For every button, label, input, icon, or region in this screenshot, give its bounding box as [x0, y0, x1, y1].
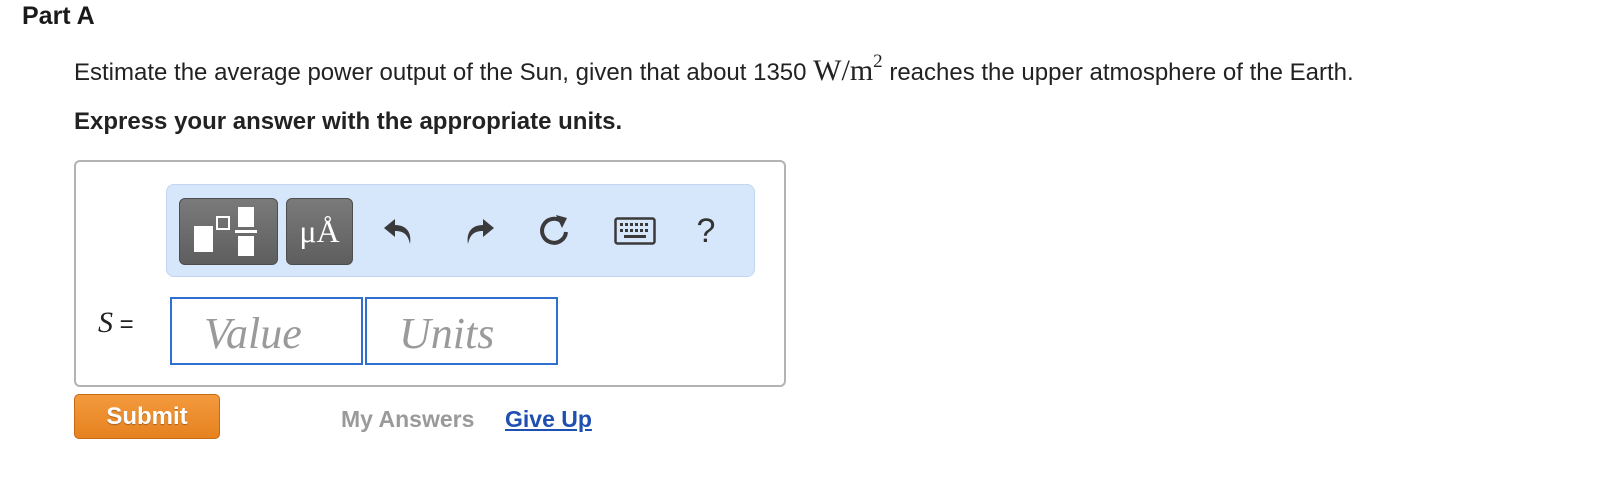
redo-icon[interactable] [457, 209, 501, 253]
equals-sign: = [113, 311, 134, 338]
answer-box: μÅ ? S = Value Units [74, 160, 786, 387]
math-toolbar: μÅ ? [166, 184, 755, 277]
unit-main: W/m [813, 54, 874, 87]
undo-icon[interactable] [377, 209, 421, 253]
part-title: Part A [22, 2, 95, 30]
value-input[interactable] [170, 297, 363, 365]
question-text-before: Estimate the average power output of the… [74, 59, 814, 86]
templates-icon [194, 207, 257, 256]
variable-symbol: S [98, 306, 113, 339]
give-up-link[interactable]: Give Up [505, 406, 592, 433]
unit-exponent: 2 [873, 51, 883, 72]
submit-button[interactable]: Submit [74, 394, 220, 439]
my-answers-link[interactable]: My Answers [341, 406, 474, 433]
answer-instruction: Express your answer with the appropriate… [74, 108, 623, 135]
keyboard-icon[interactable] [613, 209, 657, 253]
help-button[interactable]: ? [684, 209, 728, 253]
units-input[interactable] [365, 297, 558, 365]
units-button[interactable]: μÅ [286, 198, 353, 265]
answer-variable: S = [98, 306, 134, 340]
question-text: Estimate the average power output of the… [74, 51, 1354, 88]
templates-button[interactable] [179, 198, 278, 265]
question-text-after: reaches the upper atmosphere of the Eart… [882, 59, 1354, 86]
unit-expression: W/m2 [813, 51, 883, 87]
reset-icon[interactable] [532, 209, 576, 253]
